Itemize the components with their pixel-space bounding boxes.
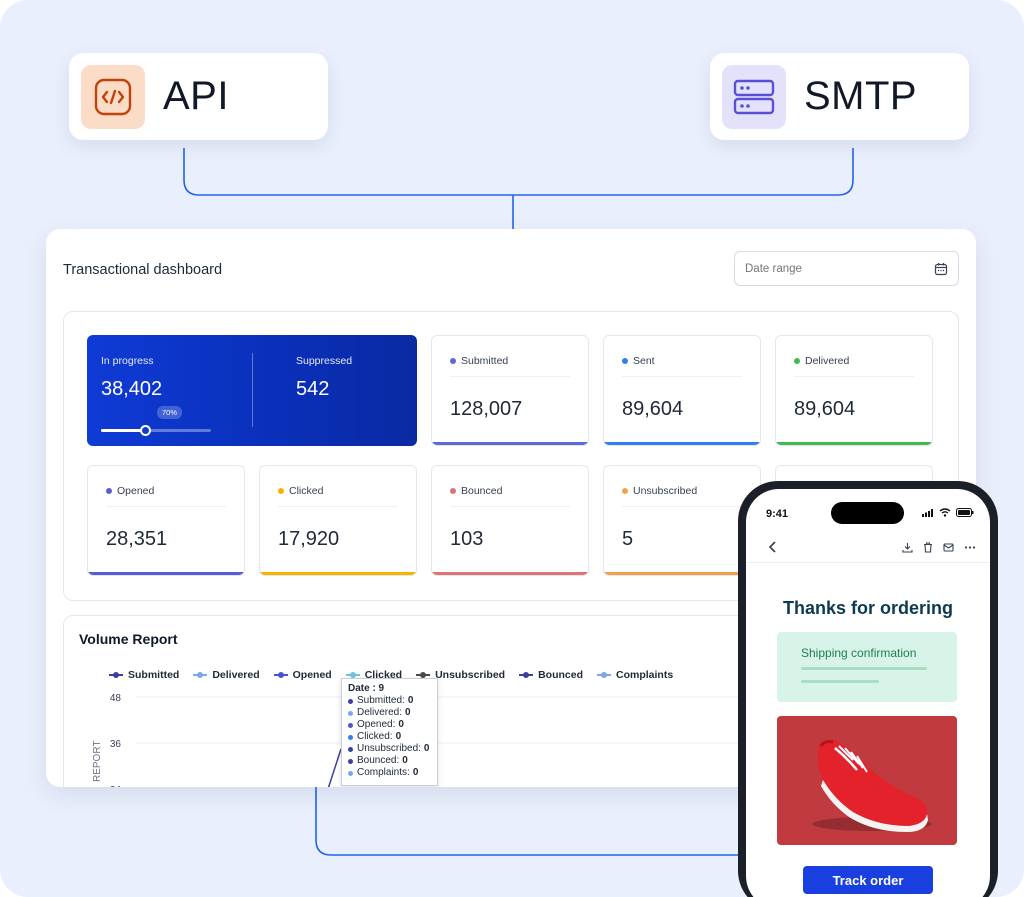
tooltip-row: Opened: 0 [348,719,431,731]
chart-tooltip: Date : 9 Submitted: 0 Delivered: 0 Opened:… [341,678,438,786]
download-icon[interactable] [902,542,913,553]
email-heading: Thanks for ordering [782,598,953,618]
shipping-confirmation-box: Shipping confirmation [777,632,957,702]
back-icon[interactable] [768,540,778,554]
smtp-label: SMTP [804,74,918,118]
signal-icon [922,508,933,517]
sneaker-image [812,739,932,832]
api-card: API [69,53,328,140]
status-time: 9:41 [766,508,789,520]
phone-mockup: 9:41 Thanks for ordering Shipping confir… [738,481,998,897]
tooltip-date: Date : 9 [348,683,385,694]
product-image [777,716,957,845]
y-tick-label: 24 [110,785,122,787]
dynamic-island [831,502,904,524]
tooltip-row: Complaints: 0 [348,767,431,779]
wifi-icon [939,508,951,517]
y-tick-label: 36 [110,739,122,750]
tooltip-row: Bounced: 0 [348,755,431,767]
mail-icon[interactable] [943,542,954,553]
y-tick-label: 48 [110,693,122,704]
tooltip-row: Delivered: 0 [348,707,431,719]
smtp-card: SMTP [710,53,969,140]
api-label: API [163,74,229,118]
tooltip-row: Unsubscribed: 0 [348,743,431,755]
phone-screen: 9:41 Thanks for ordering Shipping confir… [746,489,990,897]
series-line [327,748,342,787]
trash-icon[interactable] [923,542,933,553]
more-icon[interactable] [964,542,976,553]
battery-icon [956,508,974,517]
email-toolbar [746,537,990,563]
y-axis-label: REPORT [92,741,103,783]
status-icons [922,508,974,517]
track-order-button[interactable]: Track order [803,866,933,894]
tooltip-row: Submitted: 0 [348,695,431,707]
server-icon [722,64,786,129]
code-icon [81,64,145,129]
tooltip-row: Clicked: 0 [348,731,431,743]
shipping-label: Shipping confirmation [801,646,917,660]
